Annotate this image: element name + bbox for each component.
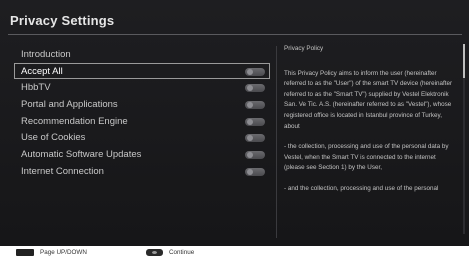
policy-paragraph: This Privacy Policy aims to inform the u… bbox=[284, 69, 453, 130]
toggle-switch-icon[interactable] bbox=[245, 101, 265, 110]
toggle-knob bbox=[247, 135, 253, 142]
menu-item-label: Introduction bbox=[21, 49, 71, 60]
toggle-knob bbox=[247, 152, 253, 159]
policy-paragraph: - the collection, processing and use of … bbox=[284, 143, 449, 172]
policy-title: Privacy Policy bbox=[284, 45, 324, 52]
toggle-switch-icon[interactable] bbox=[245, 167, 265, 176]
page-up-down-key-icon bbox=[16, 249, 34, 256]
menu-item-label: HbbTV bbox=[21, 82, 51, 94]
page-hint-label: Page UP/DOWN bbox=[40, 249, 87, 256]
scrollbar-thumb[interactable] bbox=[463, 44, 465, 78]
toggle-knob bbox=[247, 68, 253, 75]
page-title: Privacy Settings bbox=[10, 13, 115, 28]
menu-item-label: Use of Cookies bbox=[21, 132, 86, 144]
continue-hint: Continue bbox=[146, 249, 194, 256]
toggle-knob bbox=[247, 168, 253, 175]
menu-item-internet-connection[interactable]: Internet Connection bbox=[14, 163, 270, 180]
ok-key-icon bbox=[146, 249, 163, 256]
menu-item-portal-and-applications[interactable]: Portal and Applications bbox=[14, 96, 270, 113]
page-hint: Page UP/DOWN bbox=[16, 249, 87, 256]
menu-item-recommendation-engine[interactable]: Recommendation Engine bbox=[14, 113, 270, 130]
panel-divider bbox=[276, 46, 277, 238]
menu-item-use-of-cookies[interactable]: Use of Cookies bbox=[14, 129, 270, 146]
menu-item-label: Accept All bbox=[21, 65, 63, 77]
privacy-settings-screen: Privacy Settings Introduction Accept All H… bbox=[0, 0, 469, 246]
toggle-knob bbox=[247, 85, 253, 92]
continue-hint-label: Continue bbox=[169, 249, 195, 256]
menu-item-introduction[interactable]: Introduction bbox=[14, 46, 270, 63]
toggle-switch-icon[interactable] bbox=[245, 151, 265, 160]
toggle-switch-icon[interactable] bbox=[245, 84, 265, 93]
title-divider bbox=[8, 34, 462, 35]
menu-item-automatic-software-updates[interactable]: Automatic Software Updates bbox=[14, 146, 270, 163]
footer-hints: Page UP/DOWN Continue bbox=[0, 246, 469, 261]
menu-item-label: Recommendation Engine bbox=[21, 115, 128, 127]
policy-text-panel[interactable]: Privacy Policy This Privacy Policy aims … bbox=[284, 44, 456, 240]
menu-item-label: Automatic Software Updates bbox=[21, 149, 142, 161]
menu-item-label: Internet Connection bbox=[21, 165, 104, 177]
policy-paragraph: - and the collection, processing and use… bbox=[284, 184, 439, 192]
toggle-knob bbox=[247, 102, 253, 109]
menu-item-hbbtv[interactable]: HbbTV bbox=[14, 79, 270, 96]
privacy-menu: Introduction Accept All HbbTV Portal and Ap… bbox=[14, 46, 270, 180]
toggle-switch-icon[interactable] bbox=[245, 117, 265, 126]
toggle-switch-icon[interactable] bbox=[245, 67, 265, 76]
policy-scrollbar[interactable] bbox=[463, 44, 465, 234]
menu-item-label: Portal and Applications bbox=[21, 99, 118, 111]
toggle-knob bbox=[247, 118, 253, 125]
toggle-switch-icon[interactable] bbox=[245, 134, 265, 143]
menu-item-accept-all[interactable]: Accept All bbox=[14, 62, 270, 80]
